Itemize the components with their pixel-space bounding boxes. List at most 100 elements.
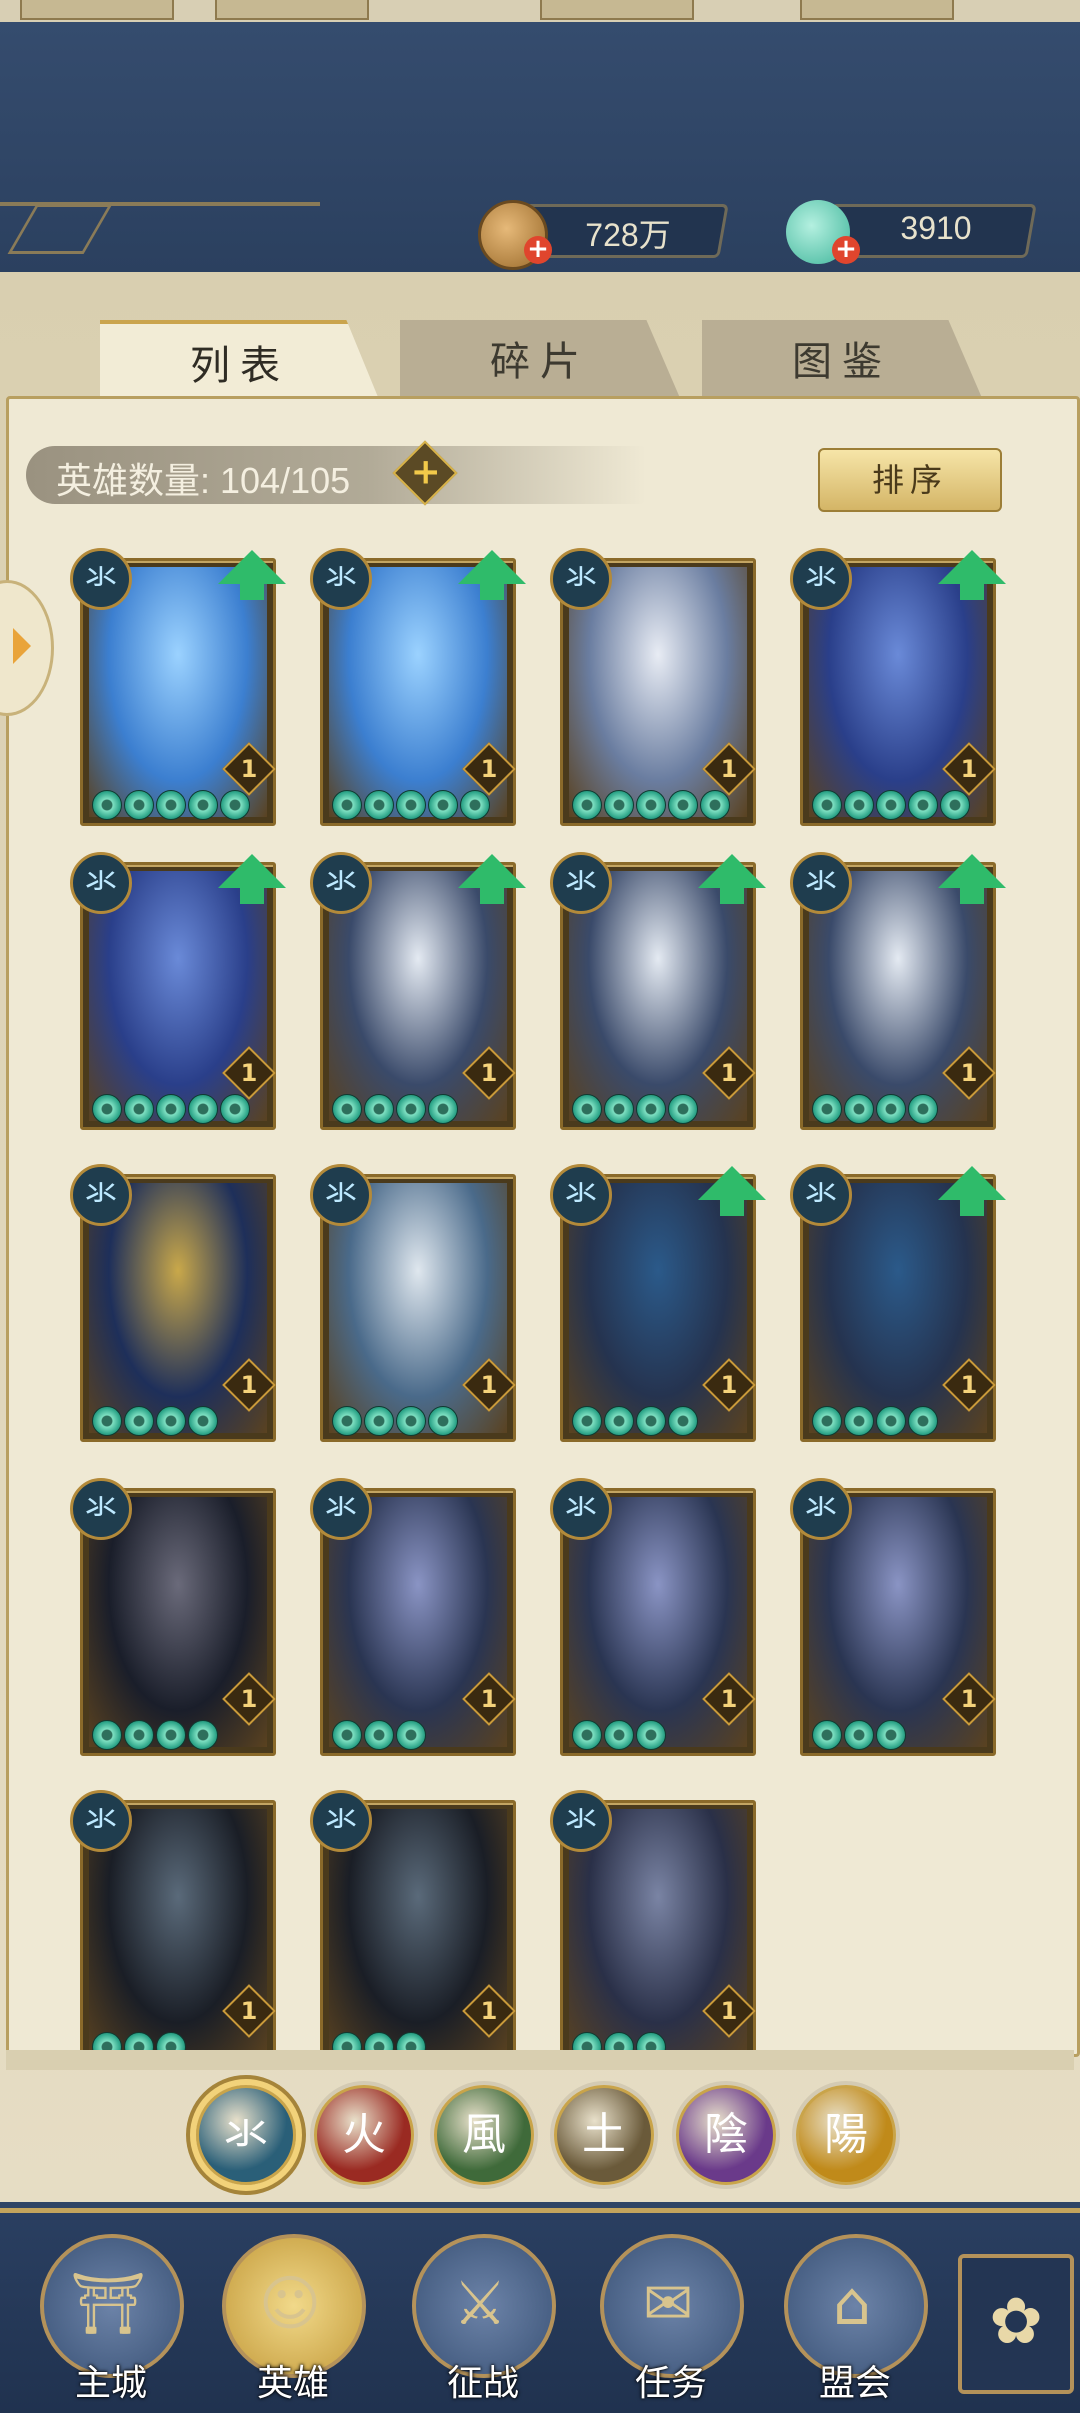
hero-card[interactable]: 氺1 [790, 1478, 996, 1756]
jade-star-icon [876, 1720, 906, 1750]
element-filter-1[interactable]: 火 [314, 2085, 414, 2185]
hero-card[interactable]: 氺1 [790, 852, 1006, 1130]
jade-star-icon [428, 1094, 458, 1124]
hero-level: 1 [960, 1371, 978, 1399]
hero-card[interactable]: 氺1 [310, 1790, 516, 2068]
jade-star-icon [124, 790, 154, 820]
hero-card[interactable]: 氺1 [70, 1790, 276, 2068]
hero-card[interactable]: 氺1 [790, 548, 1006, 826]
nav-campaign[interactable]: ⚔ 征战 [408, 2230, 558, 2404]
hero-star-rating [812, 1720, 906, 1750]
water-element-icon: 氺 [310, 548, 372, 610]
hero-card[interactable]: 氺1 [550, 852, 766, 1130]
water-element-icon: 氺 [790, 548, 852, 610]
hero-card[interactable]: 氺1 [550, 1790, 756, 2068]
hero-card[interactable]: 氺1 [310, 1164, 516, 1442]
jade-star-icon [812, 1406, 842, 1436]
jade-star-icon [124, 1094, 154, 1124]
nav-hero[interactable]: ☺ 英雄 [218, 2230, 368, 2404]
nav-guild[interactable]: ⌂ 盟会 [780, 2230, 930, 2404]
hero-level: 1 [240, 1371, 258, 1399]
hero-level: 1 [480, 1059, 498, 1087]
hero-card[interactable]: 氺1 [70, 852, 286, 1130]
water-element-icon: 氺 [550, 1478, 612, 1540]
hero-star-rating [572, 1094, 698, 1124]
jade-star-icon [428, 790, 458, 820]
hero-card[interactable]: 氺1 [70, 1478, 276, 1756]
water-element-icon: 氺 [550, 1790, 612, 1852]
upgrade-arrow-icon [218, 854, 286, 904]
hero-star-rating [572, 1406, 698, 1436]
plus-icon: + [410, 451, 441, 493]
element-filter-4[interactable]: 陰 [676, 2085, 776, 2185]
jade-star-icon [812, 1720, 842, 1750]
hero-star-rating [572, 790, 730, 820]
nav-label: 盟会 [818, 2363, 891, 2404]
hero-card[interactable]: 氺1 [310, 548, 526, 826]
water-element-icon: 氺 [790, 852, 852, 914]
jade-star-icon [188, 1720, 218, 1750]
water-element-icon: 氺 [310, 1790, 372, 1852]
water-element-icon: 氺 [550, 548, 612, 610]
jade-star-icon [92, 1720, 122, 1750]
hero-level: 1 [240, 1059, 258, 1087]
jade-star-icon [572, 790, 602, 820]
tab-fragments[interactable]: 碎片 [400, 320, 680, 398]
nav-label: 主城 [74, 2363, 147, 2404]
upgrade-arrow-icon [458, 854, 526, 904]
hero-level: 1 [480, 1685, 498, 1713]
jade-star-icon [636, 1406, 666, 1436]
element-filter-3[interactable]: 土 [554, 2085, 654, 2185]
tab-codex[interactable]: 图鉴 [702, 320, 982, 398]
hero-level: 1 [720, 1997, 738, 2025]
menu-button[interactable]: ✿ [958, 2254, 1074, 2394]
sort-button[interactable]: 排序 [818, 448, 1002, 512]
hero-card[interactable]: 氺1 [70, 548, 286, 826]
jade-star-icon [636, 1720, 666, 1750]
jade-star-icon [332, 1406, 362, 1436]
hero-card[interactable]: 氺1 [550, 1478, 756, 1756]
water-element-icon: 氺 [550, 1164, 612, 1226]
hero-card[interactable]: 氺1 [550, 1164, 766, 1442]
element-filter-5[interactable]: 陽 [796, 2085, 896, 2185]
water-element-icon: 氺 [790, 1164, 852, 1226]
hero-star-rating [812, 1406, 938, 1436]
jade-star-icon [460, 790, 490, 820]
water-element-icon: 氺 [70, 852, 132, 914]
nav-task-scroll[interactable]: ✉ 任务 [596, 2230, 746, 2404]
jade-star-icon [908, 1406, 938, 1436]
hero-level: 1 [720, 755, 738, 783]
water-element-icon: 氺 [310, 852, 372, 914]
jade-star-icon [812, 790, 842, 820]
jade-star-icon [940, 790, 970, 820]
hero-card[interactable]: 氺1 [310, 1478, 516, 1756]
jade-star-icon [604, 1406, 634, 1436]
arrow-right-icon [13, 628, 31, 664]
jade-star-icon [636, 790, 666, 820]
hero-level: 1 [720, 1371, 738, 1399]
jade-star-icon [572, 1094, 602, 1124]
water-element-icon: 氺 [70, 1164, 132, 1226]
nav-city-gate[interactable]: ⛩ 主城 [36, 2230, 186, 2404]
jade-star-icon [156, 1094, 186, 1124]
water-element-icon: 氺 [550, 852, 612, 914]
jade-star-icon [220, 1094, 250, 1124]
hero-level: 1 [240, 755, 258, 783]
hero-star-rating [572, 1720, 666, 1750]
jade-star-icon [124, 1720, 154, 1750]
hero-card[interactable]: 氺1 [70, 1164, 276, 1442]
hero-card[interactable]: 氺1 [550, 548, 756, 826]
jade-star-icon [124, 1406, 154, 1436]
element-filter-2[interactable]: 風 [434, 2085, 534, 2185]
tab-list[interactable]: 列表 [100, 320, 380, 402]
hero-level: 1 [960, 1685, 978, 1713]
add-coin-button[interactable]: + [524, 236, 552, 264]
hero-card[interactable]: 氺1 [310, 852, 526, 1130]
upgrade-arrow-icon [698, 1166, 766, 1216]
element-filter-0[interactable]: 氺 [196, 2085, 296, 2185]
jade-star-icon [188, 1406, 218, 1436]
jade-star-icon [844, 1406, 874, 1436]
hero-card[interactable]: 氺1 [790, 1164, 1006, 1442]
add-jade-button[interactable]: + [832, 236, 860, 264]
water-element-icon: 氺 [70, 1478, 132, 1540]
